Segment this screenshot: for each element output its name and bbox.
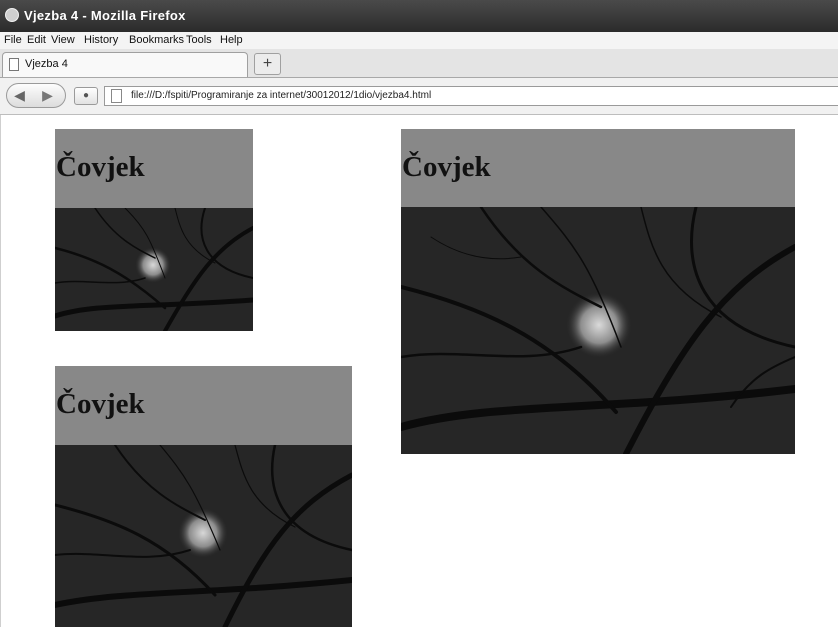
menu-edit[interactable]: Edit <box>27 34 46 46</box>
card-header: Čovjek <box>401 129 795 207</box>
menu-view[interactable]: View <box>51 34 75 46</box>
navigation-toolbar: ◀ ▶ ● file:///D:/fspiti/Programiranje za… <box>0 78 838 115</box>
card-large: Čovjek <box>401 129 795 454</box>
window-titlebar: Vjezba 4 - Mozilla Firefox <box>0 0 838 32</box>
menu-help[interactable]: Help <box>220 34 243 46</box>
page-icon <box>111 89 122 103</box>
tab-label: Vjezba 4 <box>25 58 68 70</box>
tab-vjezba4[interactable]: Vjezba 4 <box>2 52 248 77</box>
site-identity-icon[interactable]: ● <box>74 87 98 105</box>
menu-history[interactable]: History <box>84 34 118 46</box>
card-medium: Čovjek <box>55 366 352 627</box>
card-heading: Čovjek <box>56 388 145 420</box>
card-small: Čovjek <box>55 129 253 331</box>
menu-bar: File Edit View History Bookmarks Tools H… <box>0 32 838 49</box>
page-icon <box>9 58 19 71</box>
menu-tools[interactable]: Tools <box>186 34 212 46</box>
window-title: Vjezba 4 - Mozilla Firefox <box>24 8 186 23</box>
forward-arrow-icon[interactable]: ▶ <box>37 85 58 106</box>
card-header: Čovjek <box>55 129 253 208</box>
moon-tree-image <box>55 208 253 331</box>
content-left-border <box>0 115 6 627</box>
back-forward-group: ◀ ▶ <box>6 83 66 108</box>
menu-bookmarks[interactable]: Bookmarks <box>129 34 184 46</box>
card-header: Čovjek <box>55 366 352 445</box>
card-heading: Čovjek <box>56 151 145 183</box>
url-bar[interactable]: file:///D:/fspiti/Programiranje za inter… <box>104 86 838 106</box>
menu-file[interactable]: File <box>4 34 22 46</box>
firefox-icon <box>5 8 19 22</box>
new-tab-button[interactable]: + <box>254 53 281 75</box>
url-text: file:///D:/fspiti/Programiranje za inter… <box>131 90 432 101</box>
card-heading: Čovjek <box>402 151 491 183</box>
tab-strip: Vjezba 4 + <box>0 49 838 78</box>
moon-tree-image <box>55 445 352 627</box>
back-arrow-icon[interactable]: ◀ <box>9 85 30 106</box>
moon-tree-image <box>401 207 795 454</box>
